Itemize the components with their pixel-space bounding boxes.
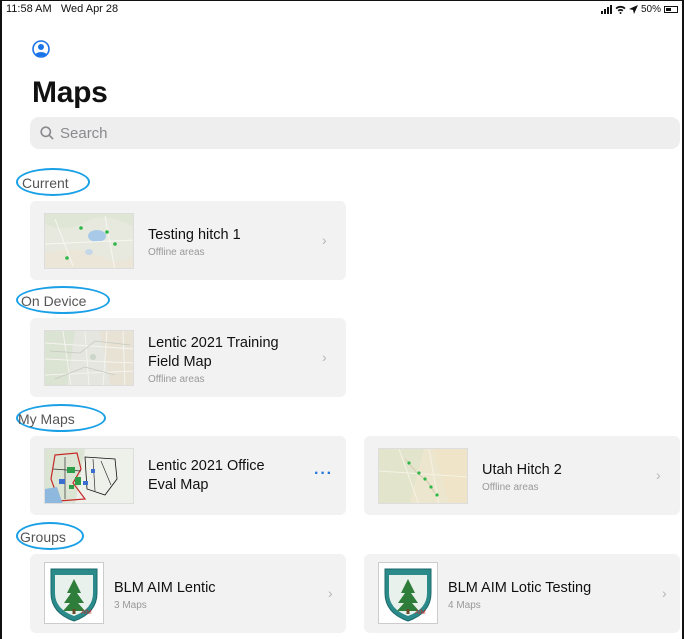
map-card-utah-hitch-2[interactable]: Utah Hitch 2 Offline areas › (364, 436, 680, 515)
map-title-line-2: Field Map (148, 354, 212, 370)
map-title-line-2: Eval Map (148, 477, 209, 493)
status-left: 11:58 AM Wed Apr 28 (6, 3, 118, 15)
section-on-device-label: On Device (21, 293, 87, 309)
battery-icon (664, 5, 678, 13)
section-current-label: Current (22, 175, 69, 191)
group-title: BLM AIM Lentic (114, 580, 216, 596)
map-thumbnail (44, 448, 134, 504)
section-my-maps-label: My Maps (18, 411, 75, 427)
map-title-line-1: Lentic 2021 Office (148, 458, 265, 474)
battery-percent: 50% (640, 3, 661, 15)
logo-text: AIM (81, 610, 92, 616)
group-card-blm-aim-lentic[interactable]: AIM BLM AIM Lentic 3 Maps › (30, 554, 346, 633)
group-subtitle: 3 Maps (114, 600, 147, 611)
status-bar: 11:58 AM Wed Apr 28 50% (6, 2, 678, 16)
map-thumbnail (44, 330, 134, 386)
map-card-lentic-training[interactable]: Lentic 2021 Training Field Map Offline a… (30, 318, 346, 397)
chevron-right-icon: › (322, 349, 327, 365)
map-card-lentic-office-eval[interactable]: Lentic 2021 Office Eval Map ··· (30, 436, 346, 515)
map-card-testing-hitch-1[interactable]: Testing hitch 1 Offline areas › (30, 201, 346, 280)
map-subtitle: Offline areas (482, 482, 539, 493)
search-icon (40, 126, 54, 140)
map-subtitle: Offline areas (148, 247, 205, 258)
status-date: Wed Apr 28 (60, 3, 119, 15)
chevron-right-icon: › (328, 585, 333, 601)
location-arrow-icon (628, 4, 638, 14)
status-time: 11:58 AM (6, 3, 52, 15)
more-options-button[interactable]: ··· (314, 465, 333, 483)
logo-text: AIM (415, 610, 426, 616)
group-title: BLM AIM Lotic Testing (448, 580, 592, 596)
signal-icon (600, 4, 612, 14)
status-right: 50% (600, 3, 678, 15)
chevron-right-icon: › (322, 232, 327, 248)
group-card-blm-aim-lotic-testing[interactable]: AIM BLM AIM Lotic Testing 4 Maps › (364, 554, 680, 633)
map-subtitle: Offline areas (148, 374, 205, 385)
search-bar[interactable] (30, 117, 680, 149)
section-groups-label: Groups (20, 529, 66, 545)
group-subtitle: 4 Maps (448, 600, 481, 611)
profile-avatar-icon[interactable] (32, 40, 50, 58)
chevron-right-icon: › (662, 585, 667, 601)
map-title-line-1: Lentic 2021 Training (148, 335, 279, 351)
map-thumbnail (44, 213, 134, 269)
map-title: Utah Hitch 2 (482, 462, 562, 478)
blm-aim-logo: AIM (44, 562, 104, 624)
search-input[interactable] (60, 124, 620, 142)
chevron-right-icon: › (656, 467, 661, 483)
page-title: Maps (32, 76, 108, 109)
map-thumbnail (378, 448, 468, 504)
wifi-icon (615, 5, 626, 14)
blm-aim-logo: AIM (378, 562, 438, 624)
map-title: Testing hitch 1 (148, 227, 241, 243)
